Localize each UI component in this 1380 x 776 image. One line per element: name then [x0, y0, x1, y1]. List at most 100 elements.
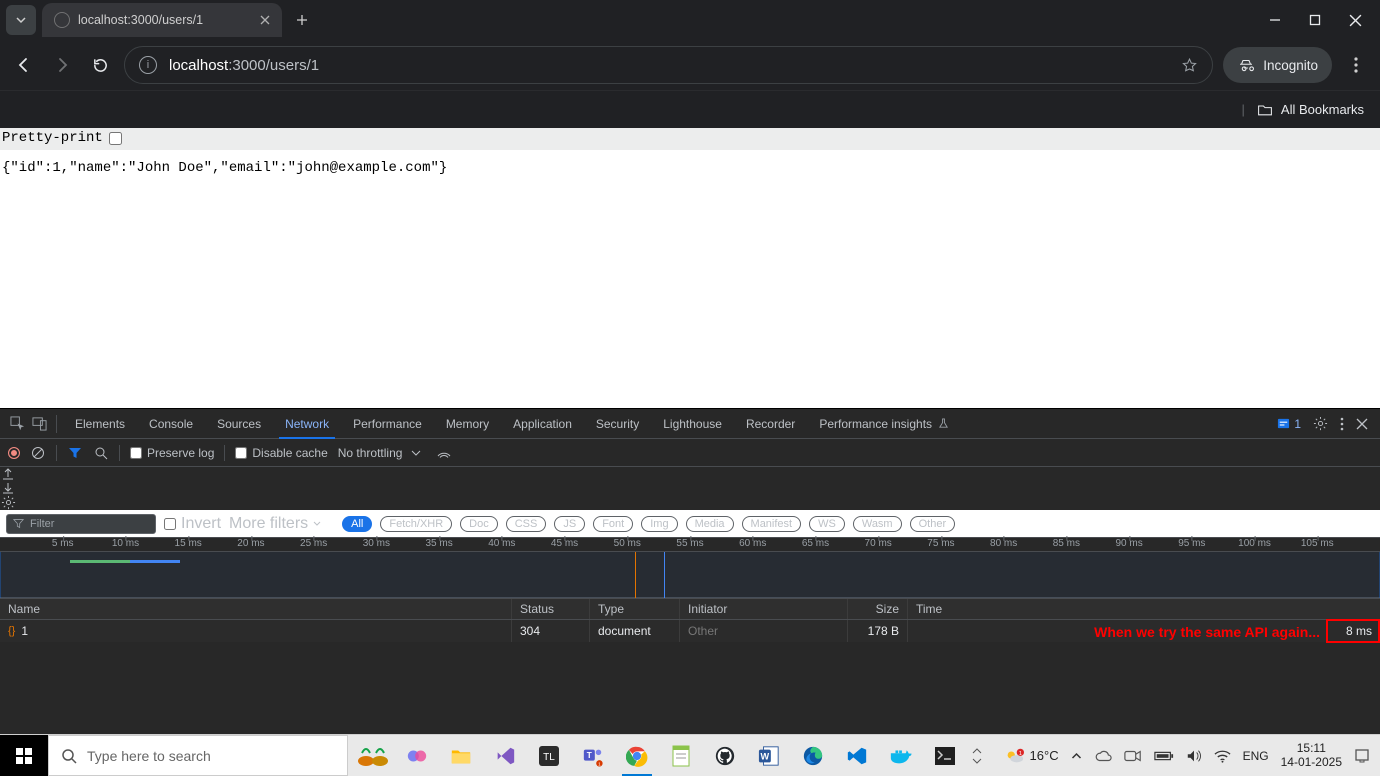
close-window-icon[interactable]: [1349, 14, 1362, 27]
chevron-down-icon[interactable]: [972, 757, 982, 765]
address-bar[interactable]: i localhost:3000/users/1: [124, 46, 1213, 84]
tab-security[interactable]: Security: [584, 409, 651, 438]
maximize-icon[interactable]: [1309, 14, 1321, 26]
timeline-tick: 20 ms: [237, 538, 264, 549]
wifi-icon[interactable]: [1214, 749, 1231, 763]
tab-search-button[interactable]: [6, 5, 36, 35]
new-tab-button[interactable]: [288, 6, 316, 34]
devtools-close-icon[interactable]: [1350, 418, 1374, 430]
more-filters-dropdown[interactable]: More filters: [229, 515, 322, 533]
minimize-icon[interactable]: [1269, 14, 1281, 26]
start-button[interactable]: [0, 735, 48, 776]
network-timeline[interactable]: 5 ms10 ms15 ms20 ms25 ms30 ms35 ms40 ms4…: [0, 538, 1380, 598]
bookmark-star-icon[interactable]: [1181, 57, 1198, 74]
browser-menu-button[interactable]: [1342, 57, 1370, 73]
taskbar-search[interactable]: Type here to search: [48, 735, 348, 776]
disable-cache-checkbox[interactable]: Disable cache: [235, 446, 327, 460]
filter-toggle-icon[interactable]: [67, 446, 83, 460]
filter-pill-font[interactable]: Font: [593, 516, 633, 532]
network-settings-icon[interactable]: [0, 495, 16, 510]
filter-pill-all[interactable]: All: [342, 516, 372, 532]
tab-memory[interactable]: Memory: [434, 409, 501, 438]
network-conditions-icon[interactable]: [436, 446, 452, 460]
app-vscode[interactable]: [836, 735, 878, 776]
all-bookmarks-link[interactable]: All Bookmarks: [1281, 102, 1364, 117]
tab-elements[interactable]: Elements: [63, 409, 137, 438]
filter-pill-manifest[interactable]: Manifest: [742, 516, 802, 532]
onedrive-icon[interactable]: [1094, 749, 1112, 763]
weather-widget[interactable]: 1 16°C: [1004, 747, 1059, 765]
chevron-up-icon[interactable]: [972, 747, 982, 755]
browser-tab[interactable]: localhost:3000/users/1: [42, 3, 282, 37]
preserve-log-checkbox[interactable]: Preserve log: [130, 446, 214, 460]
tab-performance-insights[interactable]: Performance insights: [807, 409, 961, 438]
site-info-icon[interactable]: i: [139, 56, 157, 74]
tab-lighthouse[interactable]: Lighthouse: [651, 409, 734, 438]
pretty-print-checkbox[interactable]: [109, 132, 122, 145]
app-word[interactable]: W: [748, 735, 790, 776]
timeline-tick: 55 ms: [676, 538, 703, 549]
forward-button[interactable]: [48, 51, 76, 79]
app-docker[interactable]: [880, 735, 922, 776]
col-time[interactable]: Time: [908, 599, 1380, 619]
col-type[interactable]: Type: [590, 599, 680, 619]
app-edge[interactable]: [792, 735, 834, 776]
tab-strip: localhost:3000/users/1: [0, 0, 1380, 40]
table-row[interactable]: {}1 304 document Other 178 B 8 ms: [0, 620, 1380, 642]
devtools-menu-icon[interactable]: [1334, 417, 1350, 431]
close-tab-icon[interactable]: [260, 15, 270, 25]
col-status[interactable]: Status: [512, 599, 590, 619]
app-github-desktop[interactable]: [704, 735, 746, 776]
tab-performance[interactable]: Performance: [341, 409, 434, 438]
back-button[interactable]: [10, 51, 38, 79]
filter-pill-wasm[interactable]: Wasm: [853, 516, 902, 532]
tab-recorder[interactable]: Recorder: [734, 409, 807, 438]
meet-now-icon[interactable]: [1124, 749, 1142, 763]
import-har-icon[interactable]: [0, 467, 16, 481]
tab-application[interactable]: Application: [501, 409, 584, 438]
notifications-icon[interactable]: [1354, 748, 1370, 764]
search-icon[interactable]: [93, 446, 109, 460]
throttling-select[interactable]: No throttling: [338, 446, 427, 460]
app-copilot[interactable]: [396, 735, 438, 776]
volume-icon[interactable]: [1186, 749, 1202, 763]
incognito-badge[interactable]: Incognito: [1223, 47, 1332, 83]
inspect-element-icon[interactable]: [6, 416, 28, 431]
filter-pill-doc[interactable]: Doc: [460, 516, 498, 532]
battery-icon[interactable]: [1154, 750, 1174, 762]
app-chrome[interactable]: [616, 735, 658, 776]
record-button[interactable]: [8, 447, 20, 459]
tab-network[interactable]: Network: [273, 409, 341, 438]
app-command-prompt[interactable]: [924, 735, 966, 776]
devtools-settings-icon[interactable]: [1307, 416, 1334, 431]
filter-input[interactable]: Filter: [6, 514, 156, 534]
app-visual-studio[interactable]: [484, 735, 526, 776]
app-file-explorer[interactable]: [440, 735, 482, 776]
issues-badge[interactable]: 1: [1271, 417, 1307, 431]
filter-pill-fetchxhr[interactable]: Fetch/XHR: [380, 516, 452, 532]
col-name[interactable]: Name: [0, 599, 512, 619]
export-har-icon[interactable]: [0, 481, 16, 495]
app-sublime-text[interactable]: TL: [528, 735, 570, 776]
filter-pill-js[interactable]: JS: [554, 516, 585, 532]
col-size[interactable]: Size: [848, 599, 908, 619]
clear-button[interactable]: [30, 446, 46, 460]
filter-pill-img[interactable]: Img: [641, 516, 677, 532]
taskbar-clock[interactable]: 15:11 14-01-2025: [1281, 742, 1342, 770]
reload-button[interactable]: [86, 51, 114, 79]
filter-pill-css[interactable]: CSS: [506, 516, 547, 532]
tab-console[interactable]: Console: [137, 409, 205, 438]
filter-pill-ws[interactable]: WS: [809, 516, 845, 532]
timeline-tick: 65 ms: [802, 538, 829, 549]
app-teams[interactable]: T1: [572, 735, 614, 776]
filter-pill-media[interactable]: Media: [686, 516, 734, 532]
invert-checkbox[interactable]: Invert: [164, 515, 221, 533]
language-indicator[interactable]: ENG: [1243, 749, 1269, 763]
filter-pill-other[interactable]: Other: [910, 516, 956, 532]
app-notepad[interactable]: [660, 735, 702, 776]
col-initiator[interactable]: Initiator: [680, 599, 848, 619]
tray-overflow-icon[interactable]: [1071, 752, 1082, 760]
tab-sources[interactable]: Sources: [205, 409, 273, 438]
timeline-tick: 95 ms: [1178, 538, 1205, 549]
device-toolbar-icon[interactable]: [28, 416, 50, 431]
